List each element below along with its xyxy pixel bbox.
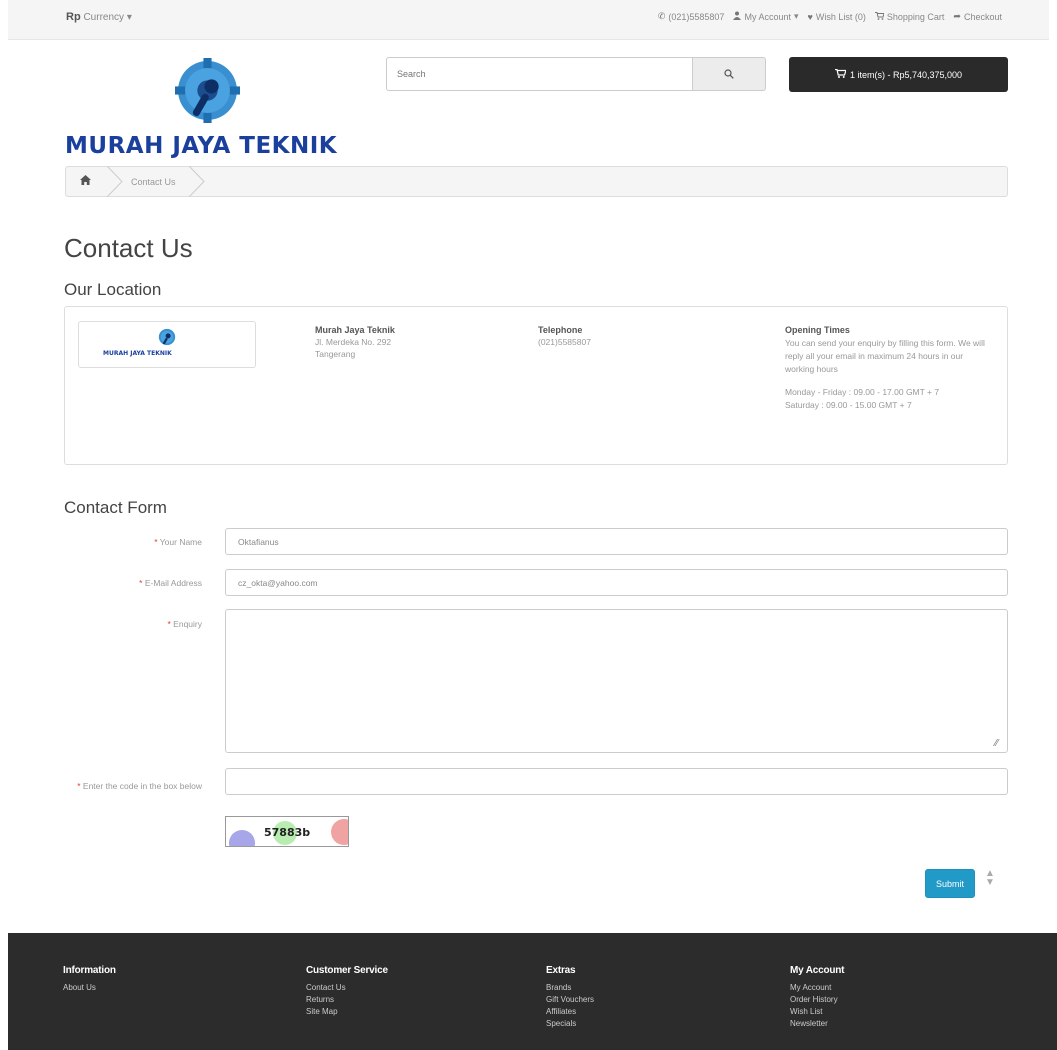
footer-column-customer-service: Customer Service Contact Us Returns Site… [306, 965, 388, 1018]
name-label: * Your Name [154, 537, 202, 547]
captcha-text: 57883b [264, 826, 311, 839]
footer-link-my-account[interactable]: My Account [790, 982, 844, 994]
submit-button[interactable]: Submit [925, 869, 975, 898]
name-field[interactable] [225, 528, 1008, 555]
cart-total-label: 1 item(s) - Rp5,740,375,000 [849, 69, 963, 80]
wish-list-label: Wish List (0) [815, 11, 866, 22]
scroll-arrows-icon[interactable]: ▲ ▼ [985, 869, 995, 888]
contact-form-heading: Contact Form [64, 498, 167, 517]
opening-times-text: You can send your enquiry by filling thi… [785, 338, 985, 374]
store-telephone: Telephone (021)5585807 [538, 324, 688, 348]
enquiry-textarea[interactable] [225, 609, 1008, 753]
phone-label: (021)5585807 [668, 11, 725, 22]
top-link-my-account[interactable]: My Account ▾ [733, 11, 799, 22]
opening-times-heading: Opening Times [785, 325, 850, 335]
top-link-wish-list[interactable]: ♥ Wish List (0) [808, 11, 866, 22]
my-account-label: My Account [744, 11, 791, 22]
breadcrumb-separator-icon [188, 166, 205, 197]
resize-handle-icon[interactable]: ⁄⁄ [995, 738, 998, 749]
breadcrumb-contact-us[interactable]: Contact Us [131, 177, 176, 187]
thumbnail-logo-text: MURAH JAYA TEKNIK [103, 350, 172, 357]
store-name: Murah Jaya Teknik [315, 325, 395, 335]
footer-link-wish-list[interactable]: Wish List [790, 1006, 844, 1018]
location-heading: Our Location [64, 280, 162, 299]
checkout-label: Checkout [963, 11, 1002, 22]
hours-saturday: Saturday : 09.00 - 15.00 GMT + 7 [785, 400, 912, 410]
gear-wrench-logo-icon [158, 328, 176, 346]
footer-link-gift-vouchers[interactable]: Gift Vouchers [546, 994, 594, 1006]
cart-icon [874, 11, 885, 22]
top-link-shopping-cart[interactable]: Shopping Cart [874, 11, 945, 22]
footer-column-my-account: My Account My Account Order History Wish… [790, 965, 845, 1030]
gear-wrench-logo-icon [175, 58, 240, 123]
footer-link-specials[interactable]: Specials [546, 1018, 594, 1030]
logo-text: MURAH JAYA TEKNIK [65, 133, 338, 159]
cart-icon [834, 68, 847, 80]
search-input[interactable] [386, 57, 693, 91]
phone-icon: ✆ [657, 11, 666, 21]
address-line-1: Jl. Merdeka No. 292 [315, 337, 392, 347]
location-panel: MURAH JAYA TEKNIK Murah Jaya Teknik Jl. … [64, 306, 1008, 465]
search-icon [724, 67, 734, 82]
footer-heading: Customer Service [306, 965, 388, 976]
footer-link-affiliates[interactable]: Affiliates [546, 1006, 594, 1018]
captcha-code-label: * Enter the code in the box below [77, 781, 202, 791]
breadcrumb: Contact Us [65, 166, 1008, 197]
currency-label: Currency [83, 12, 125, 23]
home-icon[interactable] [80, 175, 91, 188]
heart-icon: ♥ [807, 11, 813, 22]
telephone-heading: Telephone [538, 325, 583, 335]
page-title: Contact Us [64, 233, 193, 263]
footer-link-order-history[interactable]: Order History [790, 994, 844, 1006]
footer-link-brands[interactable]: Brands [546, 982, 594, 994]
footer-link-contact-us[interactable]: Contact Us [306, 982, 388, 994]
email-label: * E-Mail Address [139, 578, 202, 588]
currency-symbol: Rp [66, 11, 81, 23]
footer-heading: My Account [790, 965, 845, 976]
caret-down-icon: ▾ [126, 12, 132, 23]
email-field[interactable] [225, 569, 1008, 596]
breadcrumb-separator-icon [106, 166, 123, 197]
store-address: Murah Jaya Teknik Jl. Merdeka No. 292 Ta… [315, 324, 465, 360]
footer-link-site-map[interactable]: Site Map [306, 1006, 388, 1018]
captcha-image: 57883b [225, 816, 349, 847]
cart-button[interactable]: 1 item(s) - Rp5,740,375,000 [789, 57, 1008, 92]
top-link-phone[interactable]: ✆ (021)5585807 [658, 11, 725, 22]
hours-weekday: Monday - Friday : 09.00 - 17.00 GMT + 7 [785, 387, 940, 397]
footer-column-extras: Extras Brands Gift Vouchers Affiliates S… [546, 965, 594, 1030]
enquiry-label: * Enquiry [167, 619, 203, 629]
search-button[interactable] [693, 57, 766, 91]
captcha-input[interactable] [225, 768, 1008, 795]
site-logo[interactable]: MURAH JAYA TEKNIK [65, 58, 365, 159]
footer-column-information: Information About Us [63, 965, 116, 994]
search-bar [386, 57, 766, 91]
footer-heading: Extras [546, 965, 576, 976]
footer-link-newsletter[interactable]: Newsletter [790, 1018, 844, 1030]
share-icon: ➦ [953, 11, 961, 21]
currency-dropdown[interactable]: Rp Currency ▾ [66, 11, 132, 23]
top-bar: Rp Currency ▾ ✆ (021)5585807 My Account … [8, 0, 1049, 40]
address-line-2: Tangerang [315, 349, 356, 359]
caret-down-icon: ▾ [793, 11, 799, 21]
footer: Information About Us Customer Service Co… [8, 933, 1057, 1050]
top-link-checkout[interactable]: ➦ Checkout [953, 11, 1002, 22]
shopping-cart-label: Shopping Cart [886, 11, 945, 22]
footer-link-returns[interactable]: Returns [306, 994, 388, 1006]
footer-heading: Information [63, 965, 116, 976]
opening-times: Opening Times You can send your enquiry … [785, 324, 985, 412]
store-logo-thumbnail: MURAH JAYA TEKNIK [78, 321, 256, 368]
footer-link-about-us[interactable]: About Us [63, 982, 116, 994]
top-links: ✆ (021)5585807 My Account ▾ ♥ Wish List … [658, 11, 1002, 22]
user-icon [733, 11, 742, 22]
telephone-number: (021)5585807 [538, 337, 591, 347]
